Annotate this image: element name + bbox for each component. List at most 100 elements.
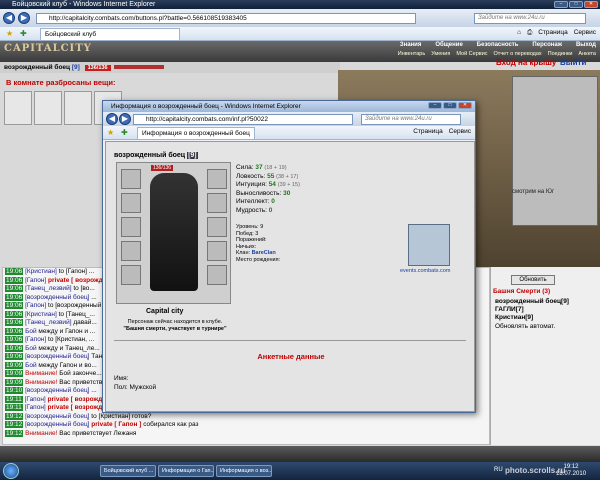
weapon-slot-icon[interactable] — [121, 217, 141, 237]
task-fight-club[interactable]: Бойцовский клуб ... — [100, 465, 156, 477]
online-user[interactable]: Кристиан[9] — [495, 314, 533, 321]
popup-minimize-button[interactable]: – — [428, 102, 442, 109]
tools-menu[interactable]: Сервис — [574, 29, 596, 37]
chat-author[interactable]: [Танец_лезвий] — [25, 285, 71, 292]
chat-author[interactable]: Внимание! — [25, 430, 57, 437]
url-field[interactable]: http://capitalcity.combats.com/buttons.p… — [36, 13, 416, 24]
emblem-caption[interactable]: events.combats.com — [400, 268, 450, 274]
boots-slot-icon[interactable] — [207, 265, 227, 285]
character-name: возрожденный боец [9] — [114, 152, 198, 159]
online-user[interactable]: ГАГЛИ[7] — [495, 306, 524, 313]
back-icon[interactable]: ◀ — [3, 12, 15, 24]
chat-author[interactable]: [Гапон] — [25, 404, 46, 411]
chat-author[interactable]: [возрожденный боец] — [25, 353, 89, 360]
popup-favorites-icon[interactable]: ★ — [107, 128, 114, 137]
forward-icon[interactable]: ▶ — [18, 12, 30, 24]
gloves-slot-icon[interactable] — [207, 193, 227, 213]
refresh-button[interactable]: Обновить — [511, 275, 555, 285]
home-icon[interactable]: ⌂ — [517, 29, 521, 37]
favorites-star-icon[interactable]: ★ — [6, 29, 13, 38]
amulet-slot-icon[interactable] — [121, 193, 141, 213]
chat-author[interactable]: [возрожденный боец] — [25, 413, 89, 420]
online-user[interactable]: возрожденный боец[9] — [495, 298, 569, 305]
task-info-gapon[interactable]: Информация о Гап... — [158, 465, 214, 477]
chat-author[interactable]: [Гапон] — [25, 277, 46, 284]
popup-add-favorite-icon[interactable]: ✚ — [121, 128, 128, 137]
task-info-fighter[interactable]: Информация о воз... — [216, 465, 272, 477]
chat-author[interactable]: Внимание! — [25, 379, 57, 386]
chat-private-tag[interactable]: private [ Гапон ] — [91, 421, 141, 428]
print-icon[interactable]: ⎙ — [527, 29, 532, 37]
chat-author[interactable]: [Гапон] — [25, 302, 46, 309]
menu-exit[interactable]: Выход — [576, 42, 596, 48]
tab-fight-club[interactable]: Бойцовский клуб — [40, 28, 180, 40]
chat-author[interactable]: [Гапон] — [25, 336, 46, 343]
popup-forward-icon[interactable]: ▶ — [119, 113, 131, 125]
maximize-button[interactable]: □ — [569, 1, 583, 8]
city-name: Capital city — [146, 308, 184, 315]
chat-timestamp: 19:06 — [5, 293, 24, 301]
menu-security[interactable]: Безопасность — [477, 42, 519, 48]
chat-timestamp: 19:06 — [5, 276, 24, 284]
submenu-skills[interactable]: Умения — [431, 51, 450, 57]
menu-knowledge[interactable]: Знания — [400, 42, 422, 48]
player-bar: возрожденный боец [9] 136/136 — [0, 62, 340, 73]
chat-author[interactable]: [возрожденный боец] — [25, 421, 89, 428]
submenu-profile[interactable]: Анкета — [578, 51, 596, 57]
language-indicator[interactable]: RU — [494, 467, 503, 473]
chat-author[interactable]: Бой — [25, 328, 37, 335]
chat-author[interactable]: [возрожденный боец] — [25, 387, 89, 394]
minimap[interactable] — [512, 76, 598, 226]
page-menu[interactable]: Страница — [538, 29, 567, 37]
popup-url-field[interactable]: http://capitalcity.combats.com/inf.pl?50… — [133, 114, 353, 125]
chat-input-bar — [0, 446, 600, 462]
ring-slot-icon[interactable] — [207, 169, 227, 189]
popup-back-icon[interactable]: ◀ — [106, 113, 118, 125]
popup-page-menu[interactable]: Страница — [413, 128, 442, 135]
add-favorite-icon[interactable]: ✚ — [20, 29, 27, 38]
menu-character[interactable]: Персонаж — [532, 42, 562, 48]
popup-close-button[interactable]: ✕ — [458, 102, 472, 109]
belt-slot-icon[interactable] — [121, 265, 141, 285]
chat-author[interactable]: Бой — [25, 362, 37, 369]
character-name-text: возрожденный боец — [114, 152, 186, 159]
chat-author[interactable]: [Кристиан] — [25, 268, 57, 275]
sword-item-icon[interactable] — [4, 91, 32, 125]
blade-item-icon[interactable] — [34, 91, 62, 125]
chat-author[interactable]: Бой — [25, 345, 37, 352]
close-button[interactable]: ✕ — [584, 1, 598, 8]
chat-author[interactable]: [возрожденный боец] — [25, 294, 89, 301]
stat-row: Сила: 37 (18 + 19) — [236, 164, 300, 173]
popup-maximize-button[interactable]: □ — [443, 102, 457, 109]
armor-slot-icon[interactable] — [121, 241, 141, 261]
roof-entrance-link[interactable]: Вход на крышу — [496, 58, 556, 67]
chat-author[interactable]: [Гапон] — [25, 396, 46, 403]
submenu-service[interactable]: Мой Сервис — [456, 51, 487, 57]
chat-author[interactable]: [Танец_лезвий] — [25, 319, 71, 326]
menu-social[interactable]: Общение — [435, 42, 462, 48]
profile-name: Имя: — [114, 375, 129, 382]
search-input[interactable]: Зайдите на www.24u.ru — [474, 13, 586, 24]
shield-slot-icon[interactable] — [207, 217, 227, 237]
popup-tab[interactable]: Информация о возрожденный боец — [137, 127, 255, 139]
popup-tab-bar: ★ ✚ Информация о возрожденный боец Стран… — [103, 126, 475, 140]
chat-author[interactable]: [Кристиан] — [25, 311, 57, 318]
address-bar: ◀ ▶ http://capitalcity.combats.com/butto… — [0, 9, 600, 27]
popup-tools-menu[interactable]: Сервис — [449, 128, 471, 135]
popup-search-input[interactable]: Зайдите на www.24u.ru — [361, 114, 461, 125]
leggings-slot-icon[interactable] — [207, 241, 227, 261]
tournament-emblem-icon[interactable] — [408, 224, 450, 266]
chat-timestamp: 19:11 — [5, 395, 23, 403]
stat-value: 37 — [255, 164, 263, 171]
chat-author[interactable]: Внимание! — [25, 370, 57, 377]
minimize-button[interactable]: – — [554, 1, 568, 8]
submenu-inventory[interactable]: Инвентарь — [398, 51, 425, 57]
clan-link[interactable]: BareClan — [252, 250, 276, 256]
submenu-fights[interactable]: Поединки — [548, 51, 573, 57]
helmet-slot-icon[interactable] — [121, 169, 141, 189]
ring-item-icon[interactable] — [64, 91, 92, 125]
start-icon[interactable] — [3, 463, 19, 479]
exit-link[interactable]: Выйти — [560, 58, 586, 67]
player-name[interactable]: возрожденный боец — [4, 64, 70, 71]
submenu-transfers[interactable]: Отчет о переводах — [494, 51, 542, 57]
